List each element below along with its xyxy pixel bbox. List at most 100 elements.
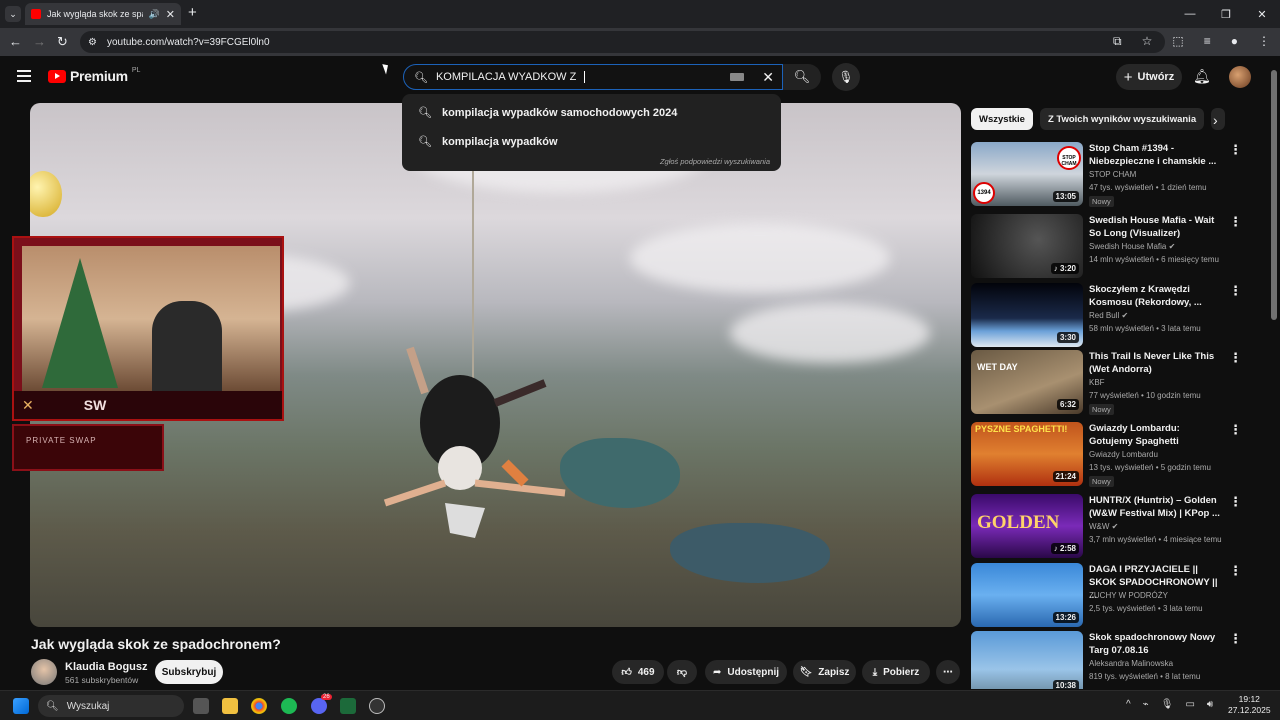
windows-start-icon[interactable]	[13, 698, 29, 714]
channel-name[interactable]: Gwiazdy Lombardu	[1089, 450, 1158, 459]
video-thumbnail[interactable]: PYSZNE SPAGHETTI! 21:24	[971, 422, 1083, 486]
recommendation-item[interactable]: 13:26 DAGA I PRZYJACIELE || SKOK SPADOCH…	[971, 563, 1261, 627]
channel-name[interactable]: Swedish House Mafia ✔	[1089, 242, 1175, 251]
subscribe-button[interactable]: Subskrybuj	[155, 660, 223, 684]
chip-all[interactable]: Wszystkie	[971, 108, 1033, 130]
more-actions-button[interactable]: ⋯	[936, 660, 960, 684]
obs-icon[interactable]	[369, 698, 385, 714]
channel-avatar[interactable]	[31, 659, 57, 685]
create-button[interactable]: + Utwórz	[1116, 64, 1182, 90]
more-options-icon[interactable]: ⋮	[1229, 283, 1242, 299]
excel-icon[interactable]	[340, 698, 356, 714]
video-title[interactable]: Skok spadochronowy Nowy Targ 07.08.16	[1089, 631, 1224, 657]
microphone-icon[interactable]: 🎙	[1161, 699, 1174, 710]
hamburger-menu-icon[interactable]	[17, 70, 31, 82]
channel-name[interactable]: ZUCHY W PODRÓŻY	[1089, 591, 1168, 600]
profile-icon[interactable]: ●	[1231, 34, 1238, 49]
channel-name[interactable]: Aleksandra Malinowska	[1089, 659, 1173, 668]
video-thumbnail[interactable]: STOP CHAM 1394 13:05	[971, 142, 1083, 206]
chrome-icon[interactable]	[251, 698, 267, 714]
save-button[interactable]: 🔖︎ Zapisz	[793, 660, 856, 684]
more-options-icon[interactable]: ⋮	[1229, 422, 1242, 438]
search-button[interactable]: 🔍︎	[783, 64, 821, 90]
close-tab-icon[interactable]: ✕	[166, 8, 175, 21]
clear-search-icon[interactable]: ✕	[762, 69, 774, 86]
channel-name[interactable]: W&W ✔	[1089, 522, 1118, 531]
more-options-icon[interactable]: ⋮	[1229, 214, 1242, 230]
suggestion-item[interactable]: 🔍︎ kompilacja wypadków	[402, 127, 781, 156]
video-title[interactable]: HUNTR/X (Huntrix) – Golden (W&W Festival…	[1089, 494, 1224, 520]
search-input[interactable]: 🔍︎ KOMPILACJA WYADKOW Z ✕	[403, 64, 783, 90]
report-suggestions-link[interactable]: Zgłoś podpowiedzi wyszukiwania	[660, 157, 770, 166]
video-thumbnail[interactable]: WET DAY 6:32	[971, 350, 1083, 414]
channel-name[interactable]: Red Bull ✔	[1089, 311, 1128, 320]
youtube-premium-logo[interactable]: Premium PL	[48, 67, 140, 84]
close-window-icon[interactable]: ✕	[1244, 0, 1280, 28]
display-icon[interactable]: ▭	[1185, 699, 1194, 710]
speaker-icon[interactable]: 🔊	[149, 9, 160, 20]
video-title[interactable]: Stop Cham #1394 - Niebezpieczne i chamsk…	[1089, 142, 1224, 168]
discord-icon[interactable]: 26	[311, 694, 332, 714]
extensions-icon[interactable]: ⬚	[1172, 34, 1183, 49]
recommendation-item[interactable]: STOP CHAM 1394 13:05 Stop Cham #1394 - N…	[971, 142, 1261, 207]
channel-name[interactable]: STOP CHAM	[1089, 170, 1136, 179]
notifications-bell-icon[interactable]: 🔔︎	[1193, 68, 1211, 85]
recommendation-item[interactable]: GOLDEN ♪ 2:58 HUNTR/X (Huntrix) – Golden…	[971, 494, 1261, 558]
video-title[interactable]: Gwiazdy Lombardu: Gotujemy Spaghetti	[1089, 422, 1224, 448]
new-badge: Nowy	[1089, 196, 1114, 207]
menu-dots-icon[interactable]: ⋮	[1258, 34, 1270, 49]
recommendation-item[interactable]: ♪ 3:20 Swedish House Mafia - Wait So Lon…	[971, 214, 1261, 278]
site-info-icon[interactable]: ⚙	[88, 37, 97, 48]
more-options-icon[interactable]: ⋮	[1229, 142, 1242, 158]
keyboard-icon[interactable]	[730, 73, 745, 81]
video-title[interactable]: Swedish House Mafia - Wait So Long (Visu…	[1089, 214, 1224, 240]
download-button[interactable]: ⤓ Pobierz	[862, 660, 930, 684]
reading-list-icon[interactable]: ≡	[1204, 34, 1211, 49]
video-thumbnail[interactable]: 10:38	[971, 631, 1083, 689]
video-thumbnail[interactable]: 13:26	[971, 563, 1083, 627]
new-tab-button[interactable]: +	[188, 4, 197, 21]
page-scrollbar[interactable]	[1271, 70, 1277, 320]
video-thumbnail[interactable]: ♪ 3:20	[971, 214, 1083, 278]
dislike-button[interactable]: 👎︎	[667, 660, 697, 684]
minimize-icon[interactable]: —	[1172, 0, 1208, 28]
more-options-icon[interactable]: ⋮	[1229, 631, 1242, 647]
video-thumbnail[interactable]: GOLDEN ♪ 2:58	[971, 494, 1083, 558]
tab-list-button[interactable]: ⌄	[5, 6, 21, 22]
more-options-icon[interactable]: ⋮	[1229, 494, 1242, 510]
taskbar-clock[interactable]: 19:12 27.12.2025	[1228, 694, 1271, 716]
volume-icon[interactable]: 🔊︎	[1207, 699, 1213, 710]
restore-icon[interactable]: ❐	[1208, 0, 1244, 28]
chevron-up-icon[interactable]: ^	[1126, 699, 1131, 710]
bookmark-star-icon[interactable]: ☆	[1142, 34, 1153, 49]
forward-icon[interactable]: →	[33, 34, 46, 49]
recommendation-item[interactable]: 3:30 Skoczyłem z Krawędzi Kosmosu (Rekor…	[971, 283, 1261, 347]
recommendation-item[interactable]: 10:38 Skok spadochronowy Nowy Targ 07.08…	[971, 631, 1261, 689]
video-title[interactable]: This Trail Is Never Like This (Wet Andor…	[1089, 350, 1224, 376]
video-thumbnail[interactable]: 3:30	[971, 283, 1083, 347]
spotify-icon[interactable]	[281, 698, 297, 714]
chevron-right-icon[interactable]: ›	[1213, 112, 1218, 128]
recommendation-item[interactable]: WET DAY 6:32 This Trail Is Never Like Th…	[971, 350, 1261, 415]
channel-name[interactable]: Klaudia Bogusz	[65, 661, 148, 673]
account-avatar[interactable]	[1229, 66, 1251, 88]
share-button[interactable]: ➦ Udostępnij	[705, 660, 787, 684]
cast-icon[interactable]: ⧉	[1113, 34, 1122, 49]
task-view-icon[interactable]	[193, 698, 209, 714]
taskbar-search[interactable]: 🔍︎ Wyszukaj	[38, 695, 184, 717]
more-options-icon[interactable]: ⋮	[1229, 563, 1242, 579]
voice-search-button[interactable]: 🎙	[832, 63, 860, 91]
chip-from-search[interactable]: Z Twoich wyników wyszukiwania	[1039, 108, 1205, 130]
file-explorer-icon[interactable]	[222, 698, 238, 714]
reload-icon[interactable]: ↻	[57, 34, 68, 50]
suggestion-item[interactable]: 🔍︎ kompilacja wypadków samochodowych 202…	[402, 98, 781, 127]
more-options-icon[interactable]: ⋮	[1229, 350, 1242, 366]
address-bar[interactable]: ⚙ youtube.com/watch?v=39FCGEl0ln0	[80, 31, 1165, 53]
channel-name[interactable]: KBF	[1089, 378, 1105, 387]
back-icon[interactable]: ←	[9, 34, 22, 49]
recommendation-item[interactable]: PYSZNE SPAGHETTI! 21:24 Gwiazdy Lombardu…	[971, 422, 1261, 487]
network-icon[interactable]: ⌁	[1143, 699, 1149, 710]
video-title[interactable]: Skoczyłem z Krawędzi Kosmosu (Rekordowy,…	[1089, 283, 1224, 309]
like-button[interactable]: 👍︎ 469	[612, 660, 664, 684]
browser-tab[interactable]: Jak wygląda skok ze spadoc 🔊 ✕	[25, 3, 181, 25]
